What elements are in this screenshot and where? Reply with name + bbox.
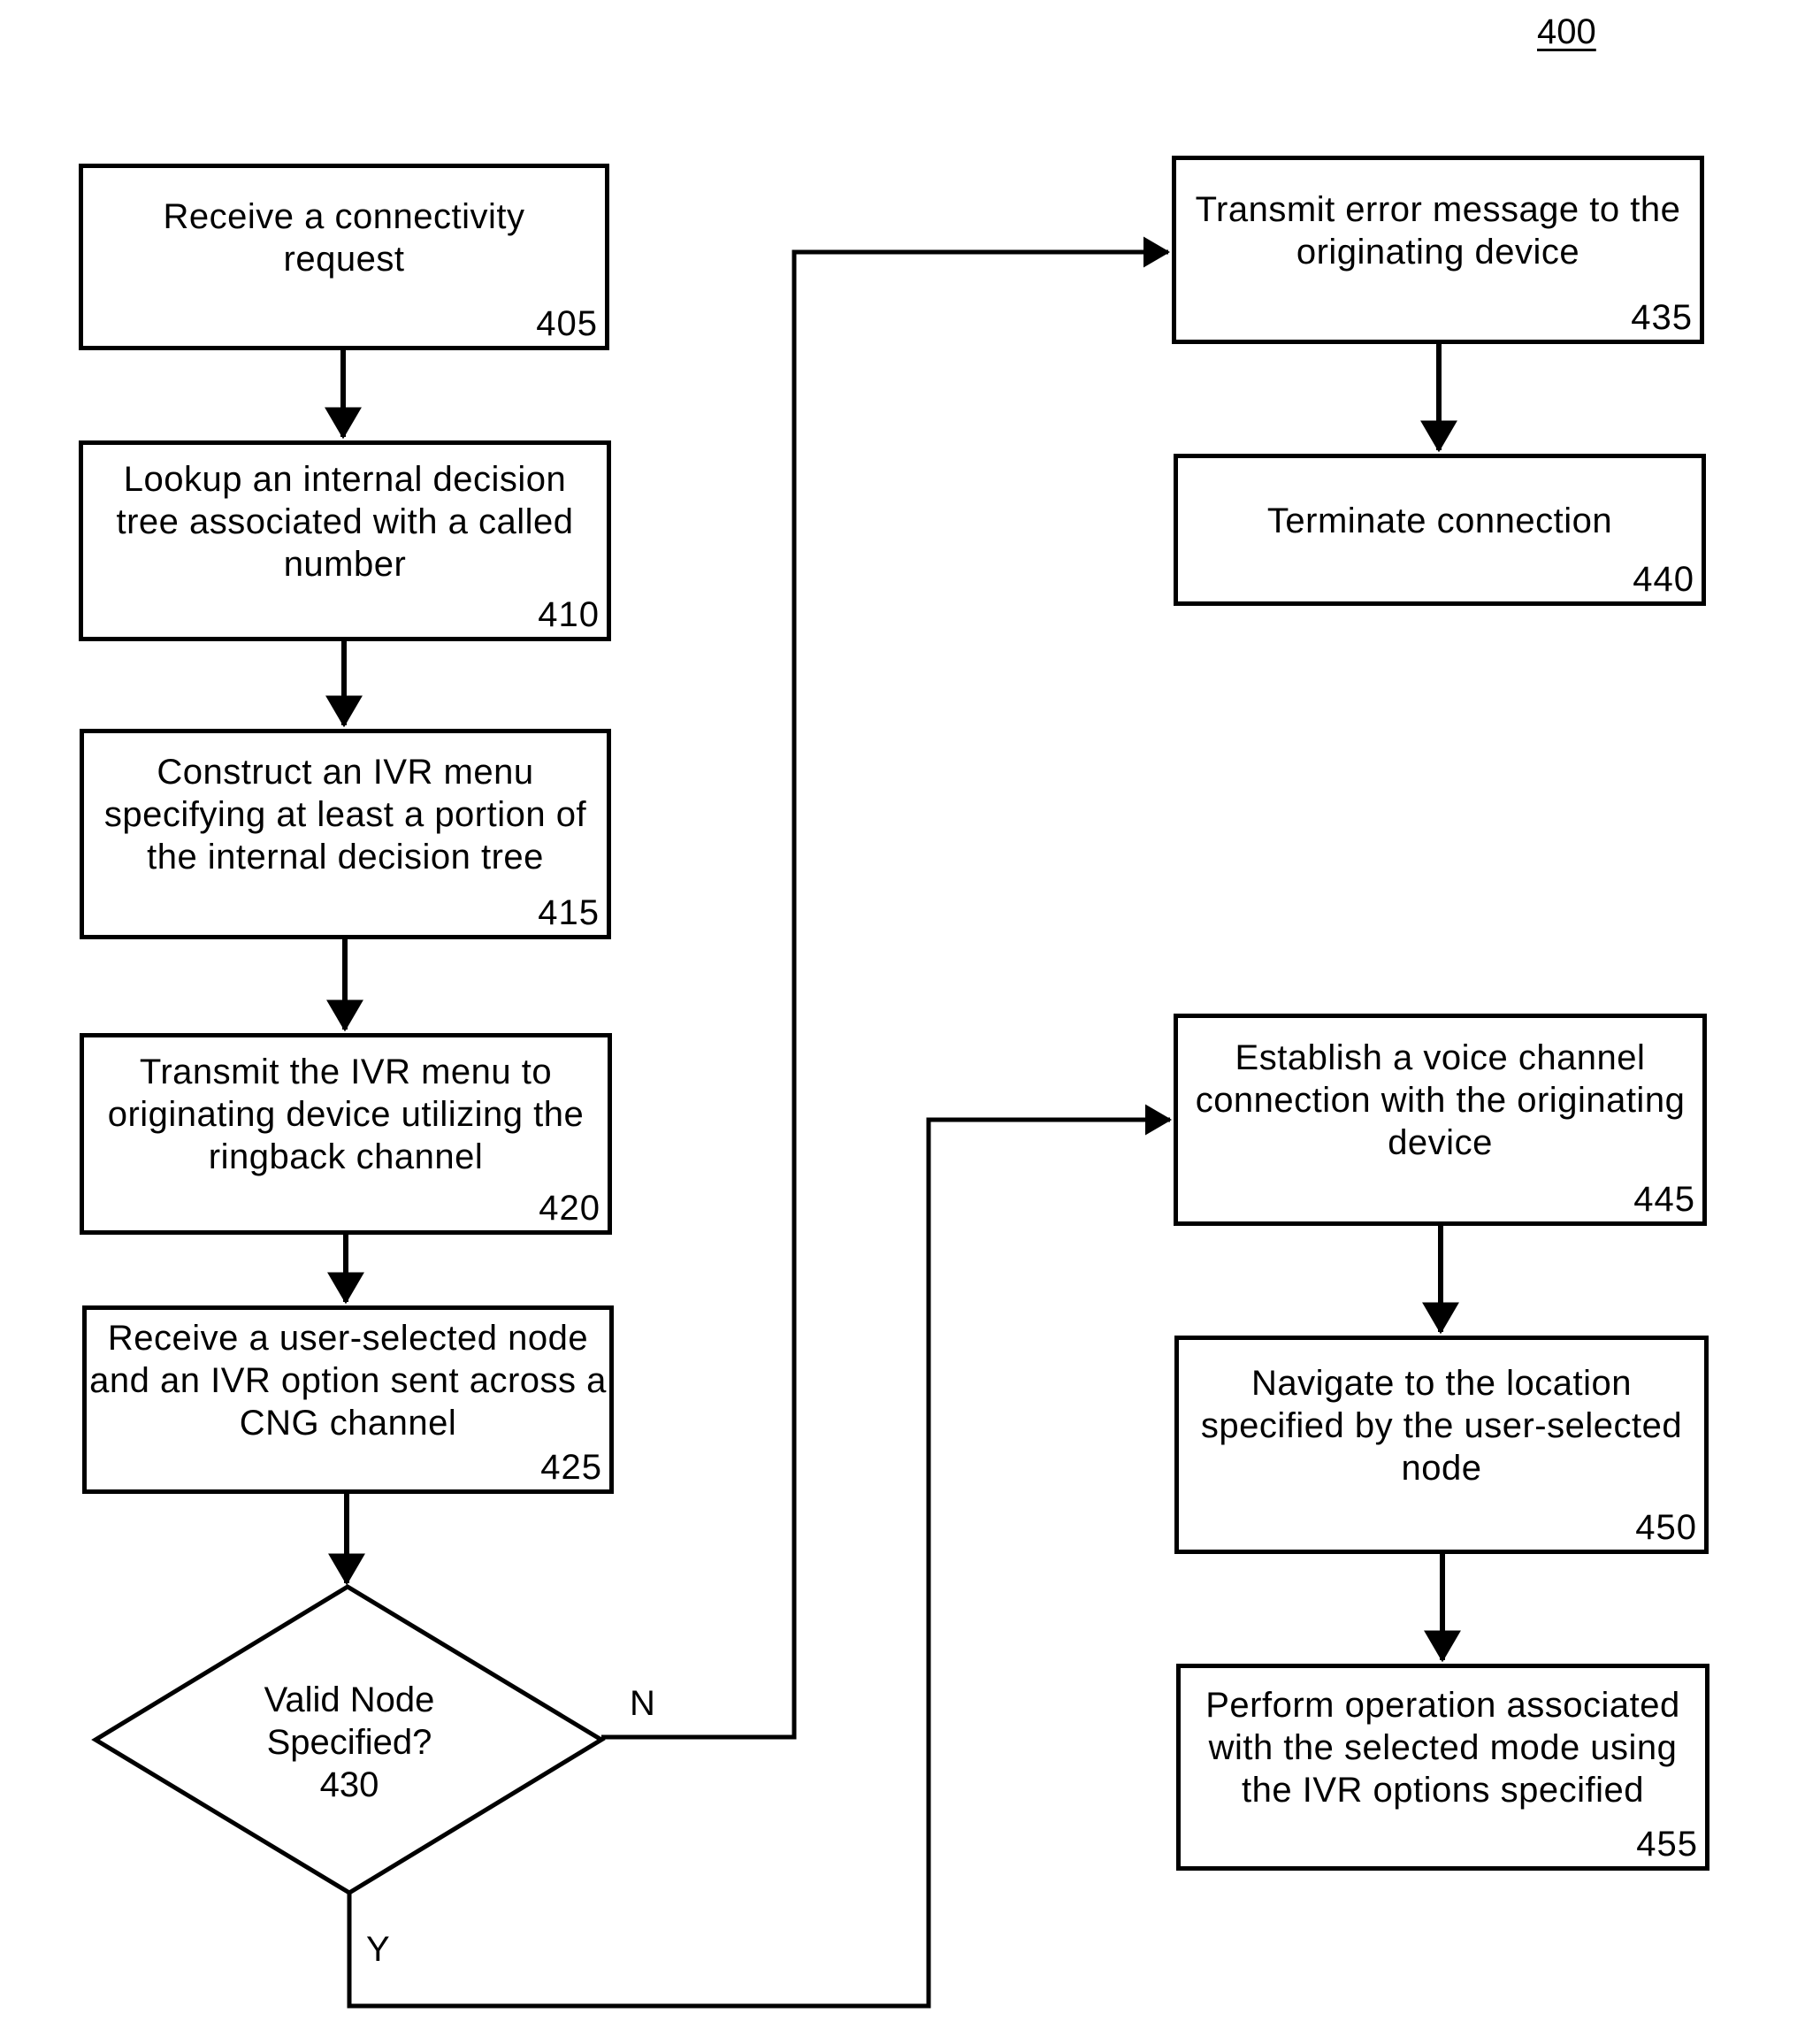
step-box-415: Construct an IVR menu specifying at leas… (80, 729, 611, 939)
decision-question-line-1: Valid Node (264, 1680, 435, 1719)
branch-label-yes: Y (366, 1930, 390, 1969)
arrow-no-branch-to-435 (601, 236, 1171, 1740)
step-text: Transmit the IVR menu to originating dev… (107, 1053, 585, 1176)
step-box-410: Lookup an internal decision tree associa… (79, 440, 611, 641)
step-box-450: Navigate to the location specified by th… (1174, 1336, 1709, 1554)
step-ref-number: 415 (538, 893, 600, 932)
decision-question-line-2: Specified? (266, 1723, 432, 1762)
step-text: Lookup an internal decision tree associa… (116, 459, 574, 584)
step-ref-number: 455 (1636, 1825, 1698, 1864)
branch-label-no: N (630, 1684, 655, 1723)
decision-ref-number: 430 (319, 1765, 379, 1804)
step-ref-number: 410 (538, 595, 600, 634)
step-text: Transmit error message to the originatin… (1195, 189, 1681, 272)
step-text: Receive a connectivity request (163, 196, 525, 279)
step-text: Establish a voice channel connection wit… (1195, 1038, 1686, 1162)
step-ref-number: 425 (540, 1448, 602, 1487)
step-text: Receive a user-selected node and an IVR … (89, 1318, 607, 1443)
step-box-405: Receive a connectivity request 405 (79, 164, 609, 350)
step-box-420: Transmit the IVR menu to originating dev… (80, 1033, 612, 1235)
step-box-435: Transmit error message to the originatin… (1172, 156, 1704, 344)
step-box-440: Terminate connection 440 (1174, 454, 1706, 606)
step-text: Terminate connection (1266, 501, 1613, 540)
arrow-yes-branch-to-445 (347, 1104, 1173, 2009)
step-text: Navigate to the location specified by th… (1200, 1363, 1683, 1488)
step-ref-number: 450 (1635, 1508, 1697, 1547)
step-box-445: Establish a voice channel connection wit… (1174, 1014, 1707, 1226)
step-ref-number: 435 (1631, 298, 1693, 337)
step-text: Construct an IVR menu specifying at leas… (103, 753, 587, 877)
step-text: Perform operation associated with the se… (1205, 1686, 1680, 1810)
step-ref-number: 420 (539, 1189, 600, 1228)
step-box-455: Perform operation associated with the se… (1176, 1664, 1709, 1871)
step-ref-number: 405 (536, 304, 598, 343)
step-ref-number: 445 (1633, 1180, 1695, 1219)
step-box-425: Receive a user-selected node and an IVR … (82, 1305, 614, 1494)
step-ref-number: 440 (1633, 560, 1694, 599)
decision-text-430: Valid Node Specified? 430 (221, 1679, 478, 1806)
figure-number: 400 (1537, 12, 1596, 51)
